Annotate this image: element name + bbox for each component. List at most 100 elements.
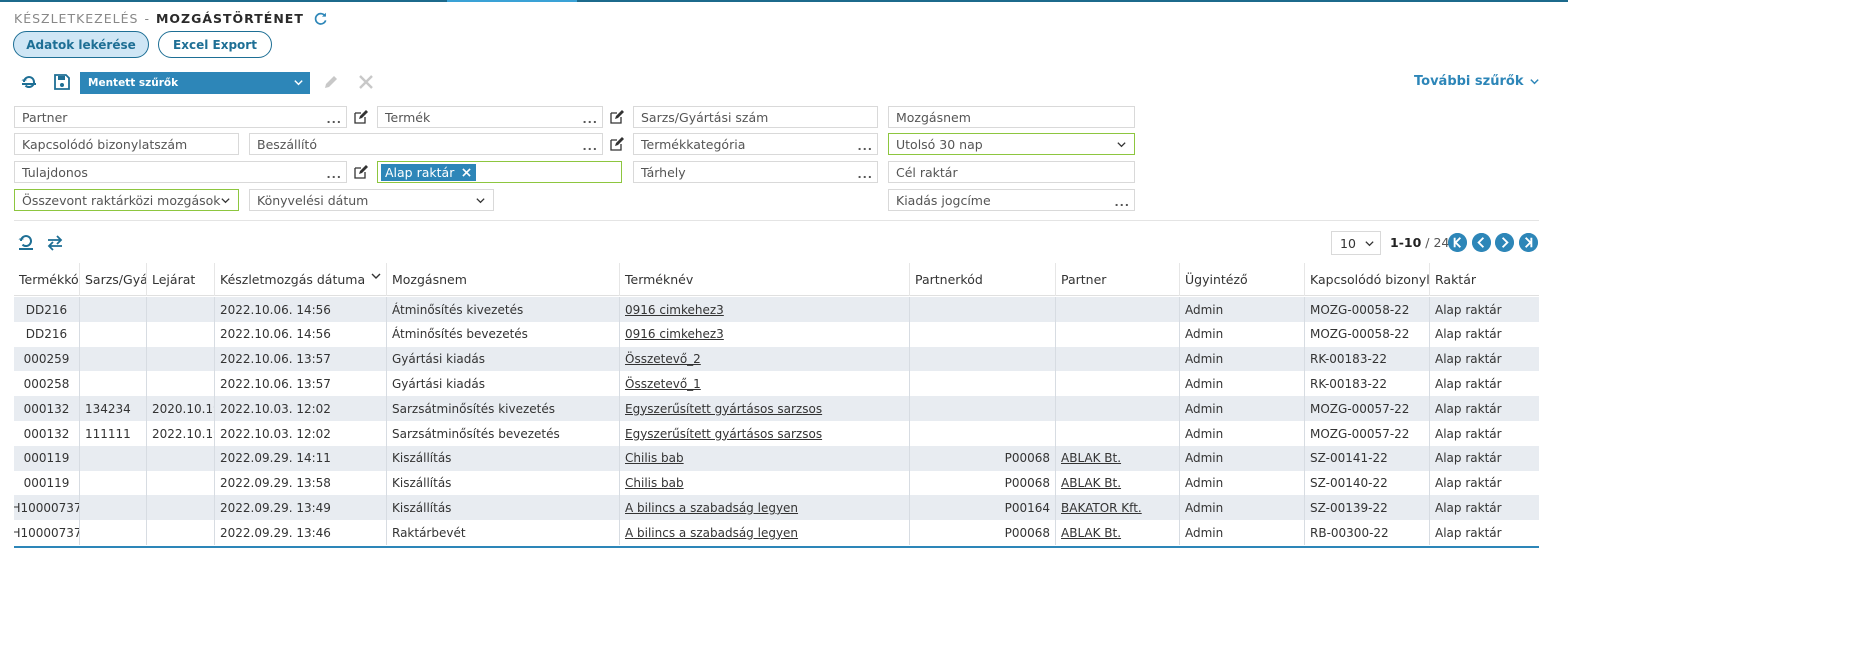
table-row[interactable]: 000258 2022.10.06. 13:57 Gyártási kiadás Ös… — [14, 371, 1539, 397]
cell-partner — [1056, 321, 1180, 347]
cell-movement-date: 2022.10.03. 12:02 — [215, 396, 387, 422]
column-header-product-code[interactable]: Termékkód — [14, 263, 80, 296]
partner-lookup-button[interactable]: ... — [326, 113, 342, 126]
cell-partner-link[interactable]: ABLAK Bt. — [1061, 526, 1121, 540]
table-row[interactable]: 000259 2022.10.06. 13:57 Gyártási kiadás Ös… — [14, 346, 1539, 372]
edit-icon[interactable] — [354, 110, 368, 124]
swap-icon[interactable] — [46, 234, 64, 252]
cell-partner-link[interactable]: ABLAK Bt. — [1061, 451, 1121, 465]
merged-movements-select[interactable]: Összevont raktárközi mozgások — [14, 189, 239, 211]
batch-filter[interactable]: Sarzs/Gyártási szám — [633, 106, 878, 128]
pencil-icon[interactable] — [322, 73, 340, 91]
reset-icon[interactable] — [17, 233, 35, 251]
breadcrumb[interactable]: KÉSZLETKEZELÉS — [14, 11, 138, 26]
cell-movement-date: 2022.10.06. 14:56 — [215, 321, 387, 347]
owner-filter-placeholder: Tulajdonos — [22, 164, 88, 180]
edit-icon[interactable] — [610, 137, 624, 151]
period-select[interactable]: Utolsó 30 nap — [888, 133, 1135, 155]
column-header-expiry[interactable]: Lejárat — [147, 263, 215, 296]
excel-export-button[interactable]: Excel Export — [158, 31, 272, 58]
related-document-placeholder: Kapcsolódó bizonylatszám — [22, 136, 188, 152]
owner-lookup-button[interactable]: ... — [326, 168, 342, 181]
storage-lookup-button[interactable]: ... — [857, 168, 873, 181]
edit-icon[interactable] — [610, 110, 624, 124]
cell-product-name-link[interactable]: Egyszerűsített gyártásos sarzsos — [625, 427, 822, 441]
warehouse-filter[interactable]: Alap raktár — [377, 161, 622, 183]
storage-filter[interactable]: Tárhely ... — [633, 161, 878, 183]
target-warehouse-filter[interactable]: Cél raktár — [888, 161, 1135, 183]
column-header-partner-code[interactable]: Partnerkód — [910, 263, 1056, 296]
accounting-date-select[interactable]: Könyvelési dátum — [249, 189, 494, 211]
column-header-warehouse[interactable]: Raktár — [1430, 263, 1539, 296]
cell-product-name-link[interactable]: Egyszerűsített gyártásos sarzsos — [625, 402, 822, 416]
storage-filter-placeholder: Tárhely — [641, 164, 686, 180]
cell-product-code: DD216 — [14, 321, 80, 347]
column-header-batch[interactable]: Sarzs/Gyártási szám — [80, 263, 147, 296]
supplier-filter-placeholder: Beszállító — [257, 136, 317, 152]
cell-movement-type: Átminősítés kivezetés — [387, 297, 620, 322]
column-header-agent[interactable]: Ügyintéző — [1180, 263, 1305, 296]
last-page-icon[interactable] — [1519, 233, 1538, 252]
column-header-related-doc[interactable]: Kapcsolódó bizonylatszám — [1305, 263, 1430, 296]
page-title: MOZGÁSTÖRTÉNET — [155, 10, 304, 26]
cell-product-name-link[interactable]: Chilis bab — [625, 451, 684, 465]
column-header-partner[interactable]: Partner — [1056, 263, 1180, 296]
save-icon[interactable] — [53, 73, 71, 91]
owner-filter[interactable]: Tulajdonos ... — [14, 161, 347, 183]
partner-filter[interactable]: Partner ... — [14, 106, 347, 128]
cell-partner-link[interactable]: ABLAK Bt. — [1061, 476, 1121, 490]
table-row[interactable]: 000119 2022.09.29. 13:58 Kiszállítás Chilis… — [14, 470, 1539, 496]
category-filter[interactable]: Termékkategória ... — [633, 133, 878, 155]
saved-filters-label: Mentett szűrők — [88, 77, 179, 89]
cell-related-doc: SZ-00141-22 — [1305, 445, 1430, 471]
product-filter[interactable]: Termék ... — [377, 106, 603, 128]
supplier-lookup-button[interactable]: ... — [582, 140, 598, 153]
warehouse-tag[interactable]: Alap raktár — [381, 163, 477, 181]
cell-product-name-link[interactable]: Chilis bab — [625, 476, 684, 490]
cell-product-name-link[interactable]: A bilincs a szabadság legyen — [625, 526, 798, 540]
cell-partner: ABLAK Bt. — [1056, 445, 1180, 471]
cell-agent: Admin — [1180, 396, 1305, 422]
table-row[interactable]: 000119 2022.09.29. 14:11 Kiszállítás Chilis… — [14, 445, 1539, 471]
column-header-movement-date[interactable]: Készletmozgás dátuma — [215, 263, 387, 296]
cell-batch: 134234 — [80, 396, 147, 422]
table-row[interactable]: 0001321342342020.10.19.2022.10.03. 12:02… — [14, 396, 1539, 422]
cell-product-name-link[interactable]: A bilincs a szabadság legyen — [625, 501, 798, 515]
cell-related-doc: RB-00300-22 — [1305, 520, 1430, 546]
cell-product-name-link[interactable]: Összetevő_1 — [625, 377, 701, 391]
table-row[interactable]: DD216 2022.10.06. 14:56 Átminősítés kiveze… — [14, 297, 1539, 322]
movement-type-filter[interactable]: Mozgásnem — [888, 106, 1135, 128]
issue-reason-lookup-button[interactable]: ... — [1114, 196, 1130, 209]
refresh-icon[interactable] — [313, 11, 328, 26]
cell-partner-code: P00068 — [910, 520, 1056, 546]
close-icon[interactable] — [462, 167, 472, 177]
table-row[interactable]: DD216 2022.10.06. 14:56 Átminősítés beveze… — [14, 321, 1539, 347]
cell-partner-link[interactable]: BAKATOR Kft. — [1061, 501, 1142, 515]
cell-movement-type: Átminősítés bevezetés — [387, 321, 620, 347]
saved-filters-dropdown[interactable]: Mentett szűrők — [80, 72, 310, 94]
close-icon[interactable] — [357, 73, 375, 91]
supplier-filter[interactable]: Beszállító ... — [249, 133, 603, 155]
edit-icon[interactable] — [354, 165, 368, 179]
cell-product-name-link[interactable]: 0916 cimkehez3 — [625, 327, 724, 341]
column-header-product-name[interactable]: Terméknév — [620, 263, 910, 296]
next-page-icon[interactable] — [1495, 233, 1514, 252]
related-document-filter[interactable]: Kapcsolódó bizonylatszám — [14, 133, 239, 155]
more-filters-toggle[interactable]: További szűrők — [1414, 74, 1540, 89]
column-header-movement-type[interactable]: Mozgásnem — [387, 263, 620, 296]
cell-product-name-link[interactable]: Összetevő_2 — [625, 352, 701, 366]
fetch-data-button[interactable]: Adatok lekérése — [13, 31, 149, 58]
cell-batch — [80, 470, 147, 496]
page-size-select[interactable]: 10 — [1331, 231, 1381, 255]
first-page-icon[interactable] — [1448, 233, 1467, 252]
table-row[interactable]: H10000737 2022.09.29. 13:49 Kiszállítás A b… — [14, 495, 1539, 521]
cell-product-code: H10000737 — [14, 520, 80, 546]
table-row[interactable]: 0001321111112022.10.19.2022.10.03. 12:02… — [14, 421, 1539, 446]
issue-reason-filter[interactable]: Kiadás jogcíme ... — [888, 189, 1135, 211]
reset-icon[interactable] — [20, 74, 38, 92]
product-lookup-button[interactable]: ... — [582, 113, 598, 126]
cell-product-name-link[interactable]: 0916 cimkehez3 — [625, 303, 724, 317]
table-row[interactable]: H10000737 2022.09.29. 13:46 Raktárbevét A b… — [14, 520, 1539, 546]
prev-page-icon[interactable] — [1472, 233, 1491, 252]
category-lookup-button[interactable]: ... — [857, 140, 873, 153]
